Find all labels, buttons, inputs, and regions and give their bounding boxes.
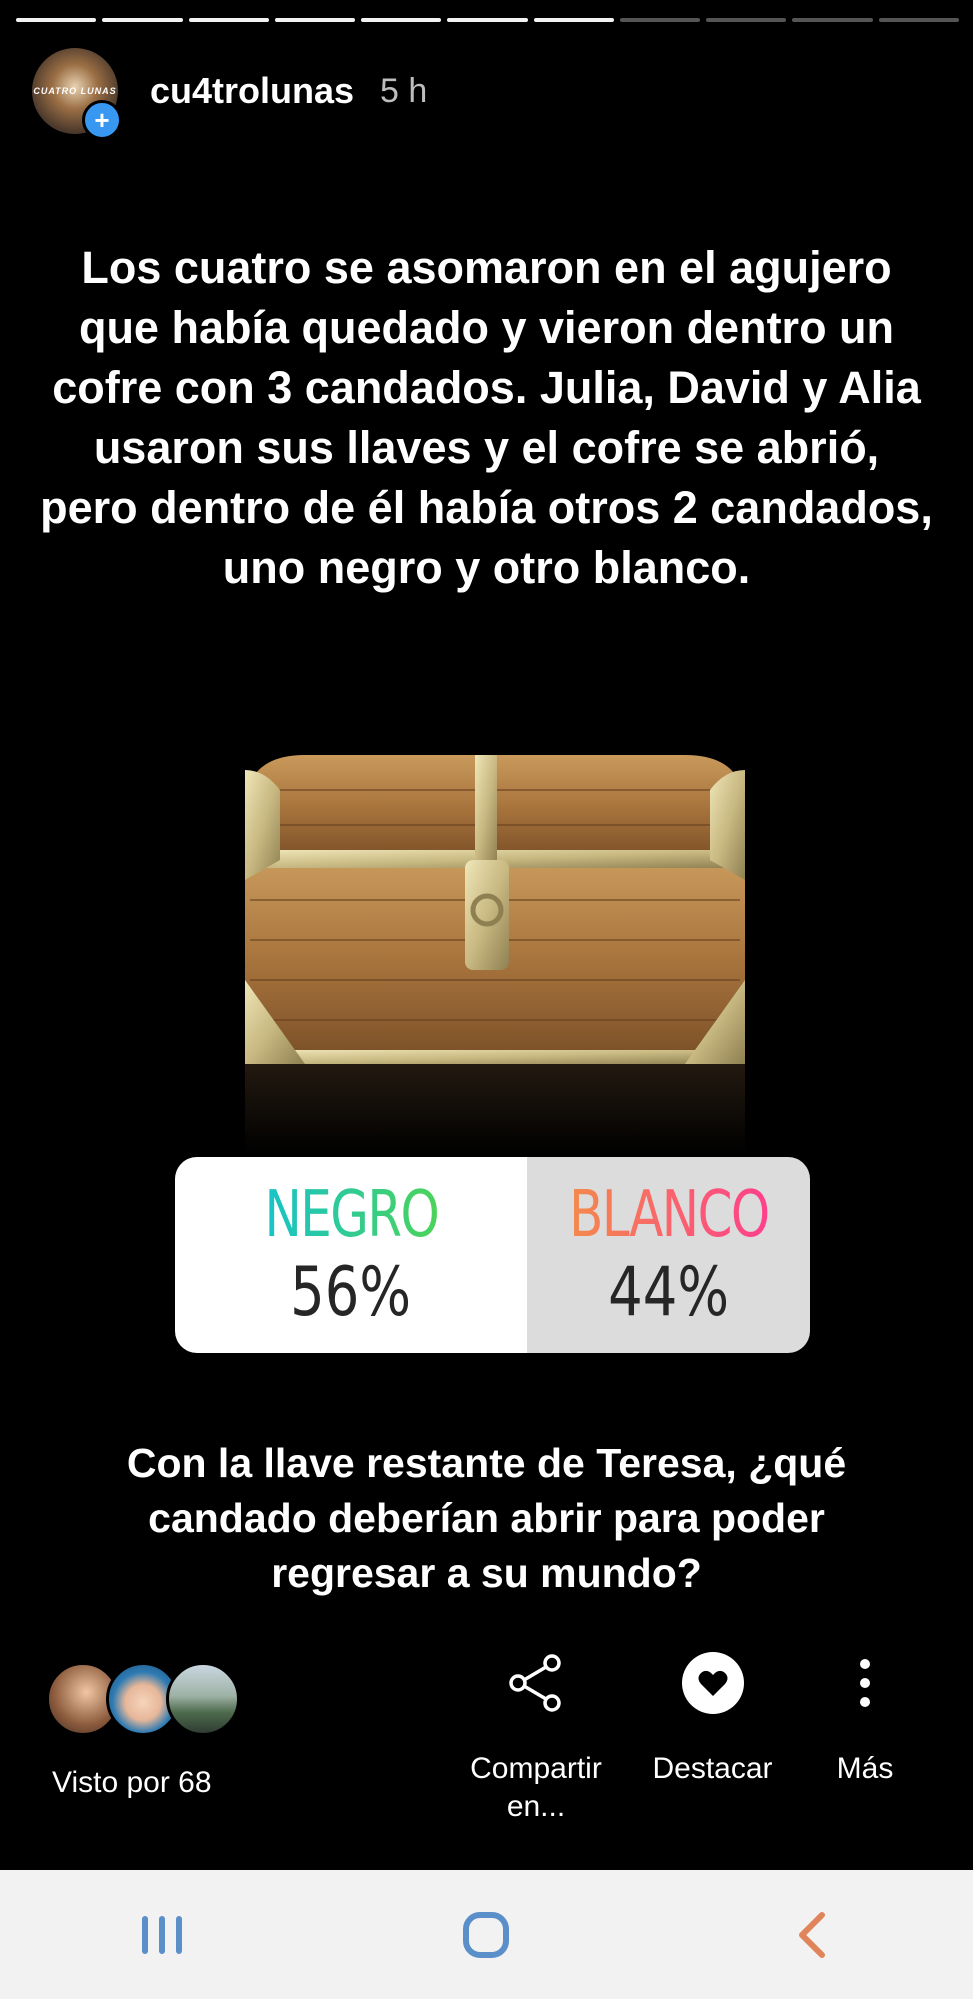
more-label: Más bbox=[836, 1752, 894, 1785]
poll-option-negro[interactable]: NEGRO 56% bbox=[175, 1157, 527, 1353]
home-icon[interactable] bbox=[426, 1895, 546, 1975]
poll-option-label: BLANCO bbox=[568, 1178, 770, 1252]
post-time: 5 h bbox=[380, 71, 428, 110]
poll-option-label: NEGRO bbox=[264, 1178, 439, 1252]
more-vertical-icon bbox=[820, 1650, 910, 1716]
progress-segment bbox=[792, 18, 873, 22]
story-caption: Los cuatro se asomaron en el agujero que… bbox=[40, 242, 933, 593]
progress-segment bbox=[878, 18, 959, 22]
progress-segment bbox=[706, 18, 787, 22]
progress-segment bbox=[102, 18, 183, 22]
highlight-label: Destacar bbox=[652, 1752, 773, 1785]
progress-segment bbox=[16, 18, 97, 22]
progress-segment bbox=[533, 18, 614, 22]
poll-option-blanco[interactable]: BLANCO 44% bbox=[527, 1157, 810, 1353]
progress-segment bbox=[619, 18, 701, 22]
avatar-logo-text: CUATRO LUNAS bbox=[33, 86, 117, 96]
progress-segment bbox=[274, 18, 356, 22]
treasure-chest-image bbox=[245, 755, 745, 1154]
story-question: Con la llave restante de Teresa, ¿qué ca… bbox=[126, 1440, 847, 1596]
progress-segment bbox=[447, 18, 528, 22]
share-button[interactable]: Compartir en... bbox=[460, 1650, 612, 1826]
story-header: CUATRO LUNAS + cu4trolunas 5 h bbox=[32, 48, 428, 140]
poll-option-percent: 56% bbox=[290, 1253, 412, 1332]
poll-sticker: NEGRO 56% BLANCO 44% bbox=[175, 1157, 810, 1353]
add-plus-icon[interactable]: + bbox=[82, 100, 122, 140]
progress-segment bbox=[361, 18, 442, 22]
highlight-button[interactable]: Destacar bbox=[640, 1650, 785, 1788]
recent-apps-icon[interactable] bbox=[102, 1895, 222, 1975]
highlight-icon-wrap bbox=[640, 1650, 785, 1716]
viewer-avatar bbox=[166, 1662, 240, 1736]
progress-segment bbox=[188, 18, 269, 22]
heart-icon bbox=[681, 1652, 744, 1714]
share-icon bbox=[460, 1650, 612, 1716]
story-progress-bar bbox=[16, 18, 959, 22]
profile-avatar[interactable]: CUATRO LUNAS + bbox=[32, 48, 122, 140]
more-button[interactable]: Más bbox=[820, 1650, 910, 1788]
back-icon[interactable] bbox=[751, 1895, 871, 1975]
seen-by-count[interactable]: Visto por 68 bbox=[52, 1766, 212, 1800]
username[interactable]: cu4trolunas bbox=[150, 70, 354, 112]
system-nav-bar bbox=[0, 1870, 973, 1999]
viewers-avatars[interactable] bbox=[46, 1662, 240, 1736]
share-label: Compartir en... bbox=[470, 1752, 602, 1823]
poll-option-percent: 44% bbox=[608, 1253, 729, 1332]
